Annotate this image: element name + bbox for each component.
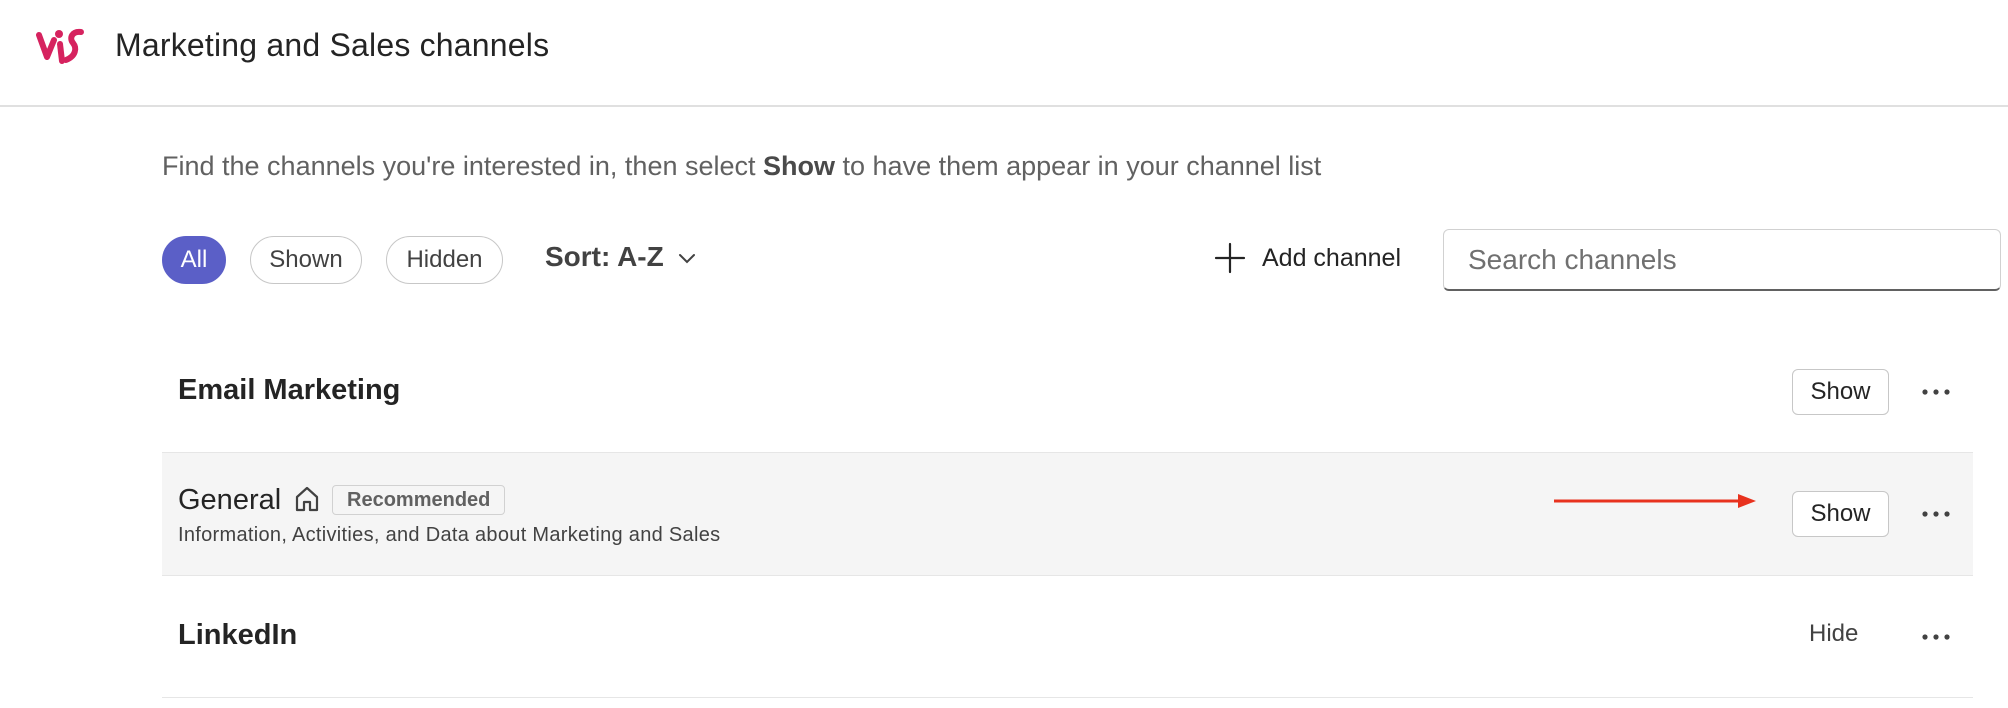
channel-row-linkedin: LinkedIn Hide (162, 576, 1973, 698)
more-options-button[interactable] (1916, 499, 1956, 529)
more-horizontal-icon (1922, 634, 1950, 640)
add-channel-label: Add channel (1262, 243, 1402, 272)
arrow-right-icon (1554, 494, 1756, 508)
page-title: Marketing and Sales channels (115, 27, 550, 63)
instructions-emphasis: Show (763, 151, 836, 181)
show-button[interactable]: Show (1792, 491, 1889, 537)
instructions-text-part: to have them appear in your channel list (835, 151, 1322, 181)
sort-dropdown[interactable]: Sort: A-Z (545, 241, 696, 273)
teams-logo-icon[interactable] (36, 26, 88, 68)
filter-shown-pill[interactable]: Shown (250, 236, 362, 284)
more-horizontal-icon (1922, 511, 1950, 517)
channel-name: Email Marketing (178, 374, 401, 406)
home-icon (295, 486, 319, 512)
app-header: Marketing and Sales channels (0, 0, 2008, 107)
instructions-text-part: Find the channels you're interested in, … (162, 151, 764, 181)
add-channel-button[interactable]: Add channel (1214, 242, 1401, 274)
channel-row-email-marketing: Email Marketing Show (162, 331, 1973, 453)
channel-row-general: General Recommended Information, Activit… (162, 453, 1973, 576)
sort-label: Sort: A-Z (545, 241, 664, 272)
search-input[interactable] (1443, 229, 2001, 291)
chevron-down-icon (678, 254, 695, 264)
instructions-text: Find the channels you're interested in, … (162, 151, 1321, 182)
channel-description: Information, Activities, and Data about … (178, 524, 721, 546)
filter-all-pill[interactable]: All (162, 236, 226, 284)
hide-button[interactable]: Hide (1809, 620, 1858, 648)
channel-name: General (178, 484, 282, 516)
plus-icon (1214, 242, 1246, 274)
filter-hidden-pill[interactable]: Hidden (386, 236, 503, 284)
more-options-button[interactable] (1916, 622, 1956, 652)
recommended-badge: Recommended (332, 485, 506, 515)
more-horizontal-icon (1922, 389, 1950, 395)
show-button[interactable]: Show (1792, 369, 1889, 415)
channel-name: LinkedIn (178, 619, 298, 651)
more-options-button[interactable] (1916, 377, 1956, 407)
